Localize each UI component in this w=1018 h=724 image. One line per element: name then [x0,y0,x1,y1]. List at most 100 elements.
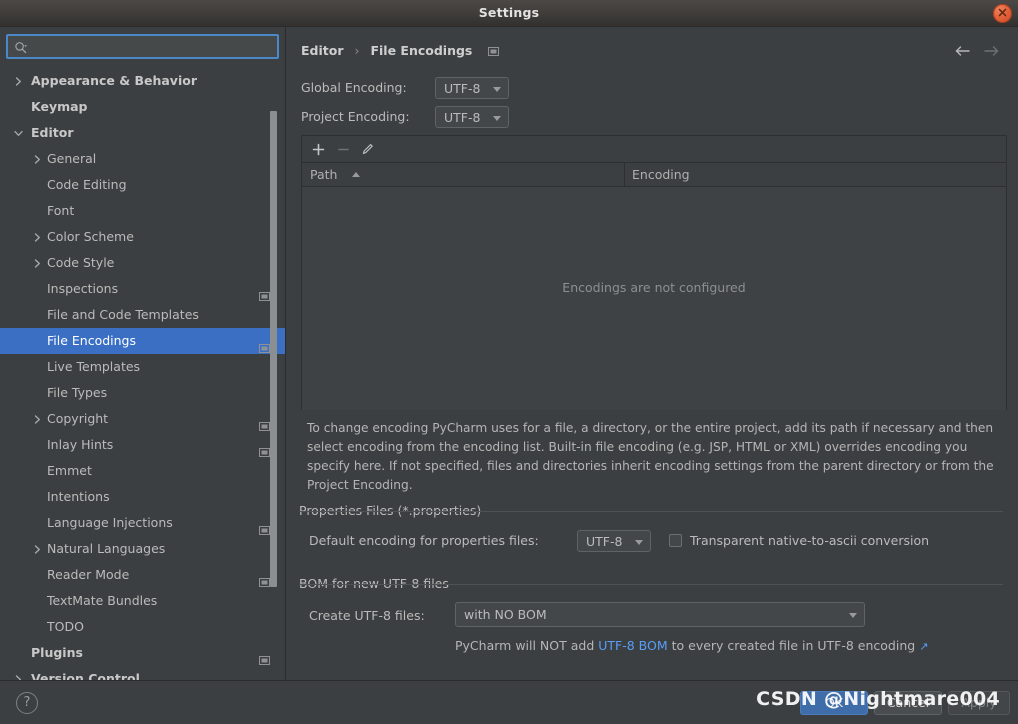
transparent-native-to-ascii-checkbox[interactable] [669,534,682,547]
chevron-right-icon[interactable] [31,224,43,250]
chevron-down-icon [493,87,501,92]
create-utf8-files-label: Create UTF-8 files: [309,608,425,623]
sidebar-item-reader-mode[interactable]: Reader Mode [0,562,285,588]
sidebar-item-label: File and Code Templates [47,307,199,322]
window-title: Settings [478,5,540,20]
arrow-right-icon [982,43,1000,62]
column-divider[interactable] [624,163,625,186]
project-encoding-value: UTF-8 [444,110,481,125]
sidebar-scrollbar-thumb[interactable] [270,111,277,587]
sidebar-item-label: Version Control [31,671,140,680]
sidebar-item-label: Code Editing [47,177,127,192]
chevron-down-icon [849,613,857,618]
default-properties-encoding-dropdown[interactable]: UTF-8 [577,530,651,552]
minus-icon [330,136,356,162]
default-properties-encoding-value: UTF-8 [586,534,623,549]
create-utf8-files-row: Create UTF-8 files: with NO BOM [309,602,999,627]
help-icon[interactable]: ? [16,692,38,714]
sidebar-item-todo[interactable]: TODO [0,614,285,640]
create-utf8-files-value: with NO BOM [464,607,547,622]
sidebar-item-editor[interactable]: Editor [0,120,285,146]
encodings-table-body[interactable]: Encodings are not configured [302,187,1006,410]
bom-hint-before: PyCharm will NOT add [455,638,599,653]
chevron-right-icon[interactable] [12,666,24,680]
settings-sidebar: Appearance & Behavior Keymap Editor General… [0,27,286,680]
chevron-right-icon[interactable] [31,536,43,562]
sidebar-item-font[interactable]: Font [0,198,285,224]
global-encoding-value: UTF-8 [444,81,481,96]
breadcrumb: Editor › File Encodings [301,43,500,61]
project-scope-icon [488,44,500,59]
project-scope-icon [259,414,270,431]
sidebar-item-file-and-code-templates[interactable]: File and Code Templates [0,302,285,328]
sidebar-item-inlay-hints[interactable]: Inlay Hints [0,432,285,458]
sidebar-item-color-scheme[interactable]: Color Scheme [0,224,285,250]
navigation-arrows [954,43,1006,61]
transparent-native-to-ascii-label[interactable]: Transparent native-to-ascii conversion [690,533,929,548]
chevron-down-icon[interactable] [12,120,24,146]
column-header-encoding[interactable]: Encoding [632,163,690,186]
chevron-right-icon[interactable] [31,406,43,432]
sidebar-item-code-editing[interactable]: Code Editing [0,172,285,198]
search-field[interactable] [6,34,279,59]
external-link-icon[interactable]: ↗ [919,640,928,653]
sidebar-item-label: Copyright [47,411,109,426]
sidebar-item-label: TextMate Bundles [47,593,158,608]
sidebar-item-label: General [47,151,97,166]
close-icon[interactable] [993,4,1012,23]
encodings-table-header: Path Encoding [302,163,1006,187]
chevron-right-icon[interactable] [31,146,43,172]
sidebar-item-label: File Encodings [47,333,137,348]
project-encoding-dropdown[interactable]: UTF-8 [435,106,509,128]
global-encoding-label: Global Encoding: [301,80,407,95]
group-divider [299,511,1003,512]
sidebar-item-emmet[interactable]: Emmet [0,458,285,484]
sort-ascending-icon [352,172,360,177]
plus-icon[interactable] [305,136,331,162]
sidebar-item-file-encodings[interactable]: File Encodings [0,328,285,354]
chevron-right-icon[interactable] [12,68,24,94]
ok-button[interactable]: OK [800,691,868,715]
project-encoding-label: Project Encoding: [301,109,410,124]
sidebar-item-inspections[interactable]: Inspections [0,276,285,302]
arrow-left-icon[interactable] [954,43,972,62]
search-input[interactable] [34,38,276,57]
encodings-table: Path Encoding Encodings are not configur… [301,135,1007,410]
create-utf8-files-dropdown[interactable]: with NO BOM [455,602,865,627]
sidebar-item-label: Emmet [47,463,92,478]
settings-tree[interactable]: Appearance & Behavior Keymap Editor General… [0,68,285,680]
column-header-path[interactable]: Path [310,163,337,186]
breadcrumb-parent[interactable]: Editor [301,43,344,58]
sidebar-item-copyright[interactable]: Copyright [0,406,285,432]
sidebar-item-version-control[interactable]: Version Control [0,666,285,680]
bom-hint-text: PyCharm will NOT add UTF-8 BOM to every … [455,638,928,653]
sidebar-item-general[interactable]: General [0,146,285,172]
project-scope-icon [259,518,270,535]
sidebar-item-label: Inspections [47,281,119,296]
default-properties-encoding-label: Default encoding for properties files: [309,533,539,548]
sidebar-item-label: Reader Mode [47,567,130,582]
sidebar-item-intentions[interactable]: Intentions [0,484,285,510]
sidebar-item-textmate-bundles[interactable]: TextMate Bundles [0,588,285,614]
sidebar-item-file-types[interactable]: File Types [0,380,285,406]
sidebar-item-label: File Types [47,385,108,400]
breadcrumb-separator: › [354,43,360,58]
encodings-table-toolbar [302,136,1006,163]
chevron-right-icon[interactable] [31,250,43,276]
project-scope-icon [259,336,270,353]
sidebar-item-plugins[interactable]: Plugins [0,640,285,666]
global-encoding-dropdown[interactable]: UTF-8 [435,77,509,99]
sidebar-item-natural-languages[interactable]: Natural Languages [0,536,285,562]
sidebar-scrollbar-track[interactable] [270,68,281,680]
cancel-button[interactable]: Cancel [874,691,942,715]
project-scope-icon [259,570,270,587]
sidebar-item-code-style[interactable]: Code Style [0,250,285,276]
sidebar-item-language-injections[interactable]: Language Injections [0,510,285,536]
sidebar-item-live-templates[interactable]: Live Templates [0,354,285,380]
sidebar-item-label: Natural Languages [47,541,166,556]
sidebar-item-appearance-behavior[interactable]: Appearance & Behavior [0,68,285,94]
utf8-bom-link[interactable]: UTF-8 BOM [598,638,667,653]
sidebar-item-keymap[interactable]: Keymap [0,94,285,120]
pencil-icon[interactable] [355,136,381,162]
group-divider [299,584,1003,585]
